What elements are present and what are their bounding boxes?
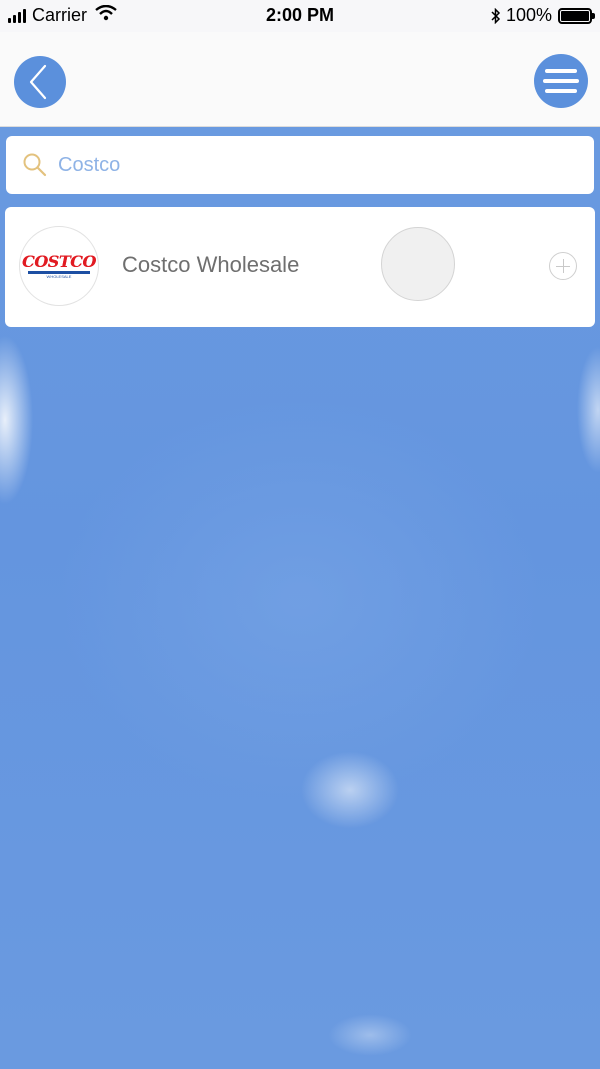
status-bar: Carrier 2:00 PM 100% <box>0 0 600 32</box>
selection-circle[interactable] <box>381 227 455 301</box>
logo-subtext: WHOLESALE <box>46 273 72 279</box>
back-button[interactable] <box>14 56 66 108</box>
menu-button[interactable] <box>534 54 588 108</box>
search-icon <box>22 152 48 178</box>
status-right: 100% <box>491 5 595 26</box>
chevron-left-icon <box>29 64 47 100</box>
bluetooth-icon <box>491 7 501 24</box>
plus-circle-icon[interactable] <box>549 252 577 280</box>
hamburger-menu-icon <box>543 69 579 93</box>
result-name: Costco Wholesale <box>122 252 300 277</box>
search-input[interactable] <box>56 152 560 178</box>
result-card[interactable]: COSTCO WHOLESALE Costco Wholesale <box>5 207 595 327</box>
battery-icon <box>558 7 595 24</box>
battery-percent: 100% <box>505 5 552 25</box>
search-bar[interactable] <box>6 136 594 194</box>
logo-wordmark: COSTCO <box>22 251 96 271</box>
costco-logo: COSTCO WHOLESALE <box>19 226 99 306</box>
nav-bar <box>0 32 600 127</box>
